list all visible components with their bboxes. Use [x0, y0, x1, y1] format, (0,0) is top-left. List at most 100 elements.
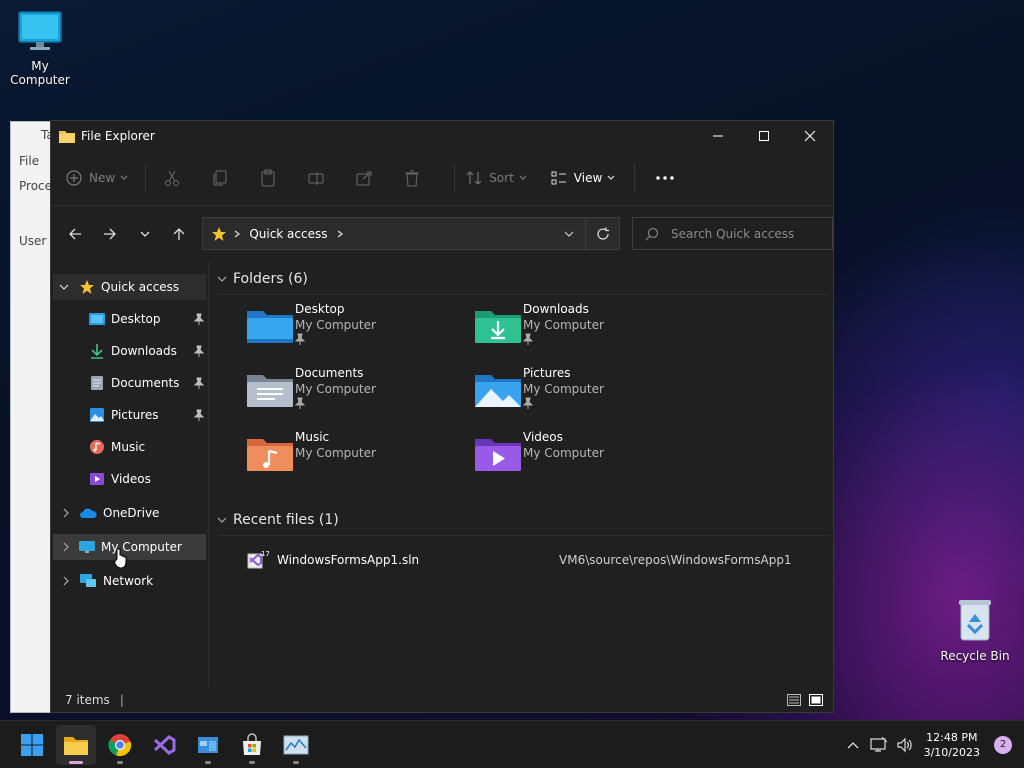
chevron-down-icon: [217, 517, 227, 523]
taskbar-file-explorer[interactable]: [56, 724, 96, 765]
new-button[interactable]: New: [65, 162, 129, 194]
background-menu-file[interactable]: File: [19, 154, 39, 168]
more-options-button[interactable]: [649, 162, 681, 194]
notification-badge[interactable]: 2: [994, 735, 1012, 754]
nav-quick-access[interactable]: Quick access: [53, 274, 206, 300]
recent-file-row[interactable]: 17 WindowsFormsApp1.sln VM6\source\repos…: [217, 546, 833, 574]
minimize-button[interactable]: [695, 121, 741, 151]
chevron-right-icon[interactable]: [61, 542, 71, 552]
navigation-pane: Quick access Desktop Downloads Documents…: [51, 262, 209, 687]
forward-button[interactable]: [94, 218, 126, 250]
chevron-down-icon: [607, 175, 615, 180]
folder-tile-downloads[interactable]: Downloads My Computer: [473, 301, 701, 365]
pin-icon: [294, 333, 306, 345]
maximize-button[interactable]: [741, 121, 787, 151]
paste-button[interactable]: [252, 162, 284, 194]
desktop-folder-icon: [89, 313, 105, 325]
arrow-right-icon: [103, 228, 116, 239]
folder-tile-desktop[interactable]: Desktop My Computer: [245, 301, 473, 365]
folder-name: Downloads: [523, 302, 589, 316]
folders-section-header[interactable]: Folders (6): [217, 266, 833, 292]
nav-item-pictures[interactable]: Pictures: [51, 402, 208, 428]
main-pane: Folders (6) Desktop My Computer Download…: [209, 262, 833, 687]
arrow-up-icon: [173, 227, 185, 240]
visual-studio-solution-icon: 17: [247, 550, 269, 569]
address-history-button[interactable]: [553, 228, 585, 240]
details-view-button[interactable]: [783, 693, 805, 706]
nav-item-videos[interactable]: Videos: [51, 466, 208, 492]
pin-icon[interactable]: [194, 345, 204, 357]
recent-locations-button[interactable]: [129, 218, 161, 250]
section-divider: [217, 535, 829, 536]
network-status-button[interactable]: [866, 736, 892, 753]
nav-onedrive[interactable]: OneDrive: [51, 500, 208, 526]
document-icon: [91, 376, 103, 390]
folder-tile-music[interactable]: Music My Computer: [245, 429, 473, 493]
rename-button[interactable]: [300, 162, 332, 194]
taskbar-visual-studio[interactable]: [144, 725, 184, 765]
cut-button[interactable]: [156, 162, 188, 194]
chevron-down-icon[interactable]: [59, 282, 69, 292]
title-bar[interactable]: File Explorer: [51, 121, 833, 151]
toolbar-separator: [145, 164, 147, 192]
taskbar-microsoft-store[interactable]: [232, 725, 272, 765]
sort-button[interactable]: Sort: [465, 162, 528, 194]
show-hidden-icons-button[interactable]: [840, 740, 866, 750]
refresh-button[interactable]: [585, 218, 619, 249]
chevron-down-icon: [217, 276, 227, 282]
breadcrumb-quick-access[interactable]: Quick access: [249, 227, 327, 241]
view-button[interactable]: View: [550, 162, 616, 194]
taskbar-task-manager[interactable]: [276, 725, 316, 765]
folder-name: Documents: [295, 366, 364, 380]
app-window-icon: [198, 736, 218, 753]
address-bar[interactable]: Quick access: [202, 217, 621, 250]
chevron-right-icon[interactable]: [336, 229, 344, 239]
folder-tile-documents[interactable]: Documents My Computer: [245, 365, 473, 429]
arrow-left-icon: [68, 228, 81, 239]
nav-label: Network: [103, 574, 154, 588]
section-divider: [217, 294, 829, 295]
nav-item-desktop[interactable]: Desktop: [51, 306, 208, 332]
content-area: Quick access Desktop Downloads Documents…: [51, 262, 833, 687]
chevron-right-icon[interactable]: [61, 508, 71, 518]
tiles-view-button[interactable]: [805, 693, 827, 706]
recent-files-section-header[interactable]: Recent files (1): [217, 507, 833, 533]
pin-icon[interactable]: [194, 377, 204, 389]
close-button[interactable]: [787, 121, 833, 151]
nav-label: Quick access: [101, 280, 180, 294]
start-button[interactable]: [12, 725, 52, 765]
maximize-icon: [759, 131, 769, 141]
toolbar-separator: [634, 164, 636, 192]
chevron-right-icon[interactable]: [61, 576, 71, 586]
taskbar-app-window[interactable]: [188, 725, 228, 765]
copy-button[interactable]: [204, 162, 236, 194]
toolbar-separator: [454, 164, 456, 192]
delete-button[interactable]: [396, 162, 428, 194]
pin-icon[interactable]: [194, 313, 204, 325]
section-title: Recent files (1): [233, 512, 339, 528]
desktop-icon-recycle-bin[interactable]: Recycle Bin: [935, 598, 1015, 663]
share-button[interactable]: [348, 162, 380, 194]
search-box[interactable]: Search Quick access: [632, 217, 834, 250]
back-button[interactable]: [59, 218, 91, 250]
recent-file-name: WindowsFormsApp1.sln: [277, 553, 420, 567]
nav-my-computer[interactable]: My Computer: [53, 534, 206, 569]
clock[interactable]: 12:48 PM 3/10/2023: [924, 730, 980, 760]
volume-button[interactable]: [892, 737, 918, 753]
star-icon: [80, 280, 94, 294]
folder-tile-pictures[interactable]: Pictures My Computer: [473, 365, 701, 429]
status-bar: 7 items |: [51, 687, 833, 712]
up-button[interactable]: [163, 218, 195, 250]
nav-item-label: Music: [111, 440, 146, 454]
nav-item-downloads[interactable]: Downloads: [51, 338, 208, 364]
pin-icon: [522, 397, 534, 409]
active-indicator: [69, 760, 83, 764]
pin-icon[interactable]: [194, 409, 204, 421]
taskbar-chrome[interactable]: [100, 725, 140, 765]
refresh-icon: [596, 227, 609, 240]
nav-item-music[interactable]: Music: [51, 434, 208, 460]
nav-item-documents[interactable]: Documents: [51, 370, 208, 396]
folder-tile-videos[interactable]: Videos My Computer: [473, 429, 701, 493]
desktop-icon-my-computer[interactable]: My Computer: [0, 10, 80, 87]
nav-network[interactable]: Network: [51, 568, 208, 594]
